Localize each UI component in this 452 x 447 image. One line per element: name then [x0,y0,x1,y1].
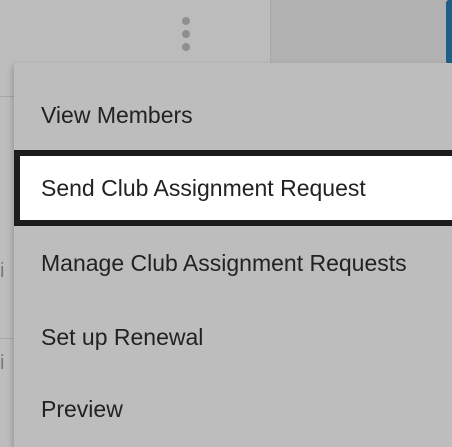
menu-item-label: Preview [41,395,123,422]
table-row-divider [0,96,14,97]
menu-item-send-club-assignment-request[interactable]: Send Club Assignment Request [14,150,452,226]
menu-item-view-members[interactable]: View Members [14,77,452,153]
table-row-divider [0,338,14,339]
primary-button-edge[interactable] [446,0,452,64]
table-row-text-fragment: i [0,352,5,374]
menu-item-set-up-renewal[interactable]: Set up Renewal [14,299,452,375]
kebab-dot [182,30,190,38]
menu-item-manage-club-assignment-requests[interactable]: Manage Club Assignment Requests [14,225,452,301]
menu-item-label: Set up Renewal [41,323,204,350]
menu-item-label: Send Club Assignment Request [41,174,366,201]
background-header-cell [270,0,452,65]
menu-item-label: View Members [41,101,193,128]
kebab-dot [182,17,190,25]
menu-item-preview[interactable]: Preview [14,371,452,447]
table-row-text-fragment: i [0,260,5,282]
kebab-menu-icon[interactable] [178,14,194,56]
actions-dropdown-menu: View Members Send Club Assignment Reques… [14,63,452,447]
kebab-dot [182,43,190,51]
menu-item-label: Manage Club Assignment Requests [41,249,407,276]
